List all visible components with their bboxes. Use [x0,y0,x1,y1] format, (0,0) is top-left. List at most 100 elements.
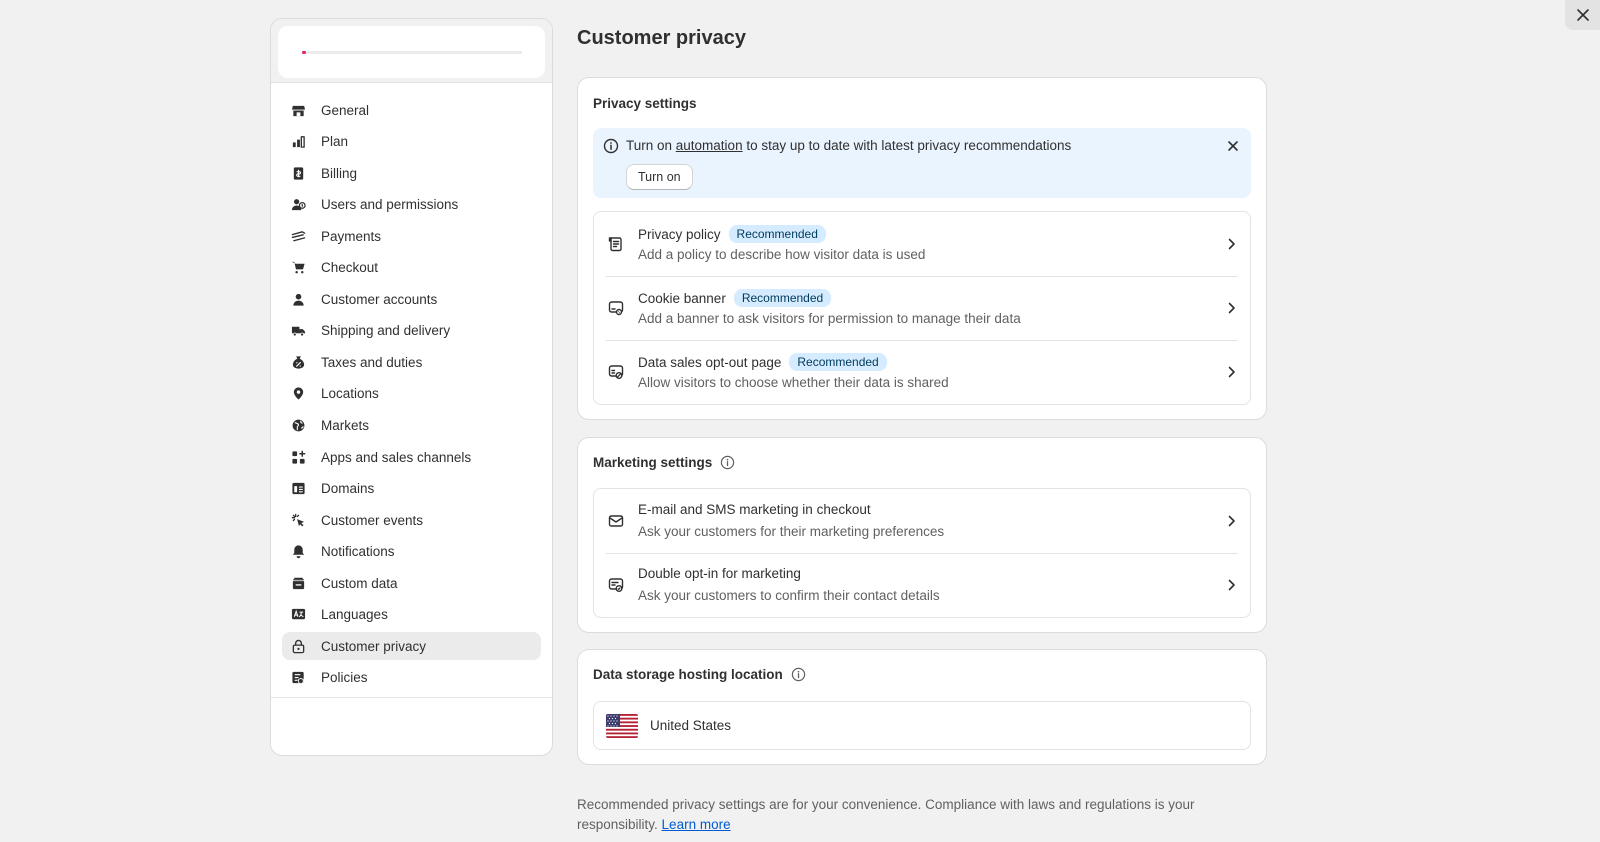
sidebar-item-label: Customer events [321,512,424,528]
banner-text-after: to stay up to date with latest privacy r… [742,138,1072,153]
privacy-settings-title-text: Privacy settings [593,96,697,111]
info-icon [603,138,619,154]
setting-title-text: Cookie banner [638,290,726,306]
store-setup-card[interactable] [278,26,545,78]
sidebar-item-label: Customer accounts [321,291,438,307]
close-button[interactable] [1565,0,1600,30]
chevron-right-icon [1224,365,1238,379]
sidebar-item-label: Customer privacy [321,638,427,654]
setting-row-privacy-policy[interactable]: Privacy policy Recommended Add a policy to… [594,212,1250,276]
sidebar-item-apps-and-sales-channels[interactable]: Apps and sales channels [282,443,541,471]
sidebar-item-languages[interactable]: Languages [282,601,541,629]
sidebar-item-label: Shipping and delivery [321,323,451,339]
domain-icon [290,481,306,497]
setting-row-cookie-banner[interactable]: Cookie banner Recommended Add a banner to … [594,276,1250,340]
marketing-settings-list: E-mail and SMS marketing in checkout Ask … [593,488,1251,618]
setting-title: Privacy policy Recommended [638,225,826,243]
tax-icon [290,354,306,370]
sidebar-item-label: Payments [321,228,382,244]
double-opt-in-icon [608,577,624,593]
marketing-settings-card: Marketing settings E-mail and SMS market… [577,437,1267,633]
setup-progress-bar [302,51,522,54]
setting-title-text: Data sales opt-out page [638,354,782,370]
sidebar-item-checkout[interactable]: Checkout [282,254,541,282]
setting-row-double-opt-in-for-marketing[interactable]: Double opt-in for marketing Ask your cust… [594,553,1250,617]
policy-doc-icon [608,236,624,252]
sidebar-item-general[interactable]: General [282,96,541,124]
marketing-settings-title-text: Marketing settings [593,455,713,470]
us-flag-icon [606,713,638,738]
cursor-click-icon [290,512,306,528]
setting-description: Add a policy to describe how visitor dat… [638,247,926,262]
storage-info-icon[interactable] [791,667,806,682]
automation-banner: Turn on automation to stay up to date wi… [593,128,1251,198]
sidebar-item-billing[interactable]: Billing [282,159,541,187]
location-name: United States [650,718,732,733]
sidebar-item-notifications[interactable]: Notifications [282,538,541,566]
sidebar-item-customer-events[interactable]: Customer events [282,506,541,534]
setting-title-text: E-mail and SMS marketing in checkout [638,502,871,517]
privacy-settings-title: Privacy settings [593,96,697,111]
automation-link[interactable]: automation [676,138,743,153]
opt-out-icon [608,364,624,380]
email-icon [608,513,624,529]
users-icon [290,197,306,213]
marketing-settings-title: Marketing settings [593,455,735,470]
chevron-right-icon [1224,301,1238,315]
settings-sidebar: General Plan Billing Users and permissions P… [270,18,553,756]
setting-description: Ask your customers to confirm their cont… [638,588,940,603]
dismiss-banner-icon[interactable] [1225,138,1241,154]
marketing-info-icon[interactable] [720,455,735,470]
setting-description: Allow visitors to choose whether their d… [638,375,949,390]
chevron-right-icon [1224,514,1238,528]
sidebar-item-label: Users and permissions [321,197,459,213]
location-pin-icon [290,386,306,402]
sidebar-item-label: Apps and sales channels [321,449,472,465]
setting-row-e-mail-and-sms-marketing-in-checkout[interactable]: E-mail and SMS marketing in checkout Ask … [594,489,1250,553]
page-title: Customer privacy [577,27,746,49]
sidebar-item-domains[interactable]: Domains [282,475,541,503]
sidebar-item-label: Domains [321,481,375,497]
setting-title-text: Double opt-in for marketing [638,566,801,581]
bell-icon [290,544,306,560]
language-icon [290,607,306,623]
globe-icon [290,417,306,433]
sidebar-item-label: Taxes and duties [321,354,423,370]
sidebar-footer-divider [271,697,552,698]
data-storage-title: Data storage hosting location [593,667,806,682]
chevron-right-icon [1224,578,1238,592]
recommended-badge: Recommended [733,289,832,307]
sidebar-item-shipping-and-delivery[interactable]: Shipping and delivery [282,317,541,345]
settings-nav: General Plan Billing Users and permissions P… [271,83,552,692]
recommended-badge: Recommended [728,225,826,243]
setup-progress-fill [302,51,307,54]
sidebar-item-label: Checkout [321,260,379,276]
sidebar-item-markets[interactable]: Markets [282,411,541,439]
sidebar-item-label: Locations [321,386,379,402]
sidebar-item-plan[interactable]: Plan [282,128,541,156]
cookie-banner-icon [608,300,624,316]
policy-icon [290,670,306,686]
sidebar-item-locations[interactable]: Locations [282,380,541,408]
sidebar-item-payments[interactable]: Payments [282,222,541,250]
data-storage-card: Data storage hosting location United Sta… [577,649,1267,765]
turn-on-button[interactable]: Turn on [626,164,693,190]
sidebar-item-label: Plan [321,134,349,150]
setting-title: Cookie banner Recommended [638,289,832,307]
learn-more-link[interactable]: Learn more [662,817,731,832]
database-icon [290,575,306,591]
sidebar-item-customer-accounts[interactable]: Customer accounts [282,285,541,313]
setting-title-text: Privacy policy [638,226,721,242]
sidebar-item-users-and-permissions[interactable]: Users and permissions [282,191,541,219]
plan-icon [290,134,306,150]
privacy-settings-list: Privacy policy Recommended Add a policy to… [593,211,1251,405]
banner-text-before: Turn on [626,138,676,153]
sidebar-item-custom-data[interactable]: Custom data [282,569,541,597]
sidebar-item-customer-privacy[interactable]: Customer privacy [282,632,541,661]
sidebar-item-policies[interactable]: Policies [282,664,541,692]
chevron-right-icon [1224,237,1238,251]
sidebar-header [271,19,552,83]
truck-icon [290,323,306,339]
sidebar-item-taxes-and-duties[interactable]: Taxes and duties [282,348,541,376]
setting-row-data-sales-opt-out-page[interactable]: Data sales opt-out page Recommended Allow … [594,340,1250,404]
